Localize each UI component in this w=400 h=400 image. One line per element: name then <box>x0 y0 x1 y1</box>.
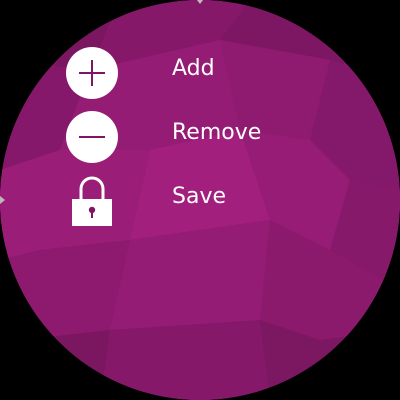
menu-item-label-remove: Remove <box>172 120 262 145</box>
menu-item-save[interactable]: Save <box>60 171 340 231</box>
left-scroll-indicator <box>0 196 5 204</box>
watch-face: Add Remove Save <box>0 0 400 400</box>
menu-item-label-save: Save <box>172 184 227 209</box>
plus-circle-icon <box>66 47 118 99</box>
lock-icon <box>72 176 112 226</box>
menu-item-remove[interactable]: Remove <box>60 107 340 167</box>
watch-screen: Add Remove Save <box>0 0 400 400</box>
menu-item-add[interactable]: Add <box>60 43 340 103</box>
minus-circle-icon <box>66 111 118 163</box>
menu-item-label-add: Add <box>172 56 215 81</box>
top-scroll-indicator <box>197 0 203 4</box>
